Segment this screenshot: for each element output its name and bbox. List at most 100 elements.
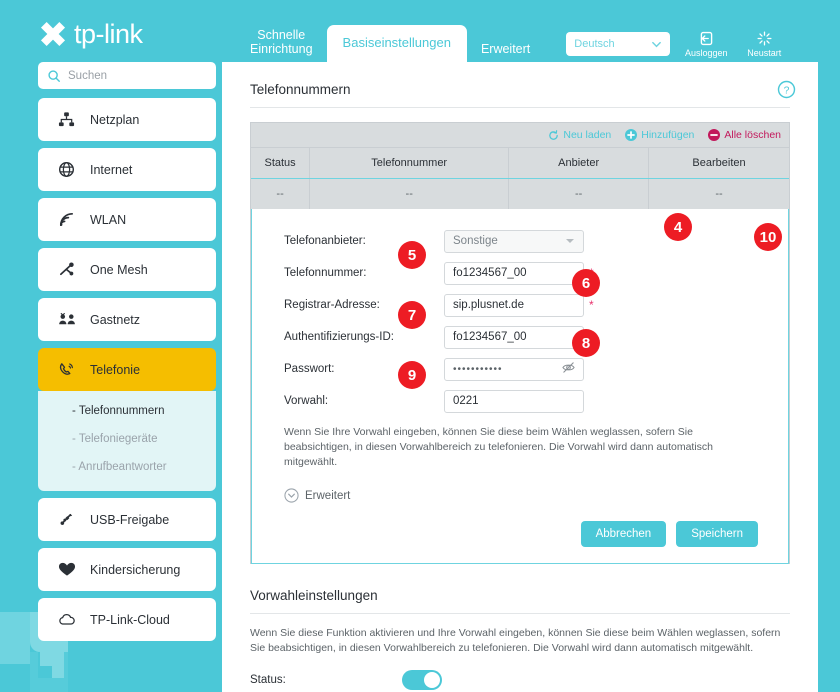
step-marker-8: 8 [572, 329, 600, 357]
vorwahl-input[interactable]: 0221 [444, 389, 584, 413]
field-row-status: Status: [250, 670, 790, 690]
tab-basiseinstellungen[interactable]: Basiseinstellungen [326, 25, 467, 62]
sidebar-label-kindersicherung: Kindersicherung [90, 562, 181, 577]
minus-icon [708, 129, 721, 141]
step-marker-10: 10 [754, 223, 782, 251]
vorwahl-hint: Wenn Sie Ihre Vorwahl eingeben, können S… [284, 426, 714, 468]
decor-square-4 [38, 652, 64, 678]
cancel-button[interactable]: Abbrechen [580, 521, 667, 547]
label-telefonnummer: Telefonnummer: [284, 267, 367, 279]
reload-button[interactable]: Neu laden [548, 129, 611, 141]
delete-all-label: Alle löschen [724, 129, 781, 141]
add-label: Hinzufügen [641, 129, 695, 141]
step-marker-7: 7 [398, 301, 426, 329]
field-row-telefonnummer: Telefonnummer: fo1234567_00 * 5 [252, 241, 788, 287]
label-status: Status: [250, 674, 286, 686]
table-toolbar: Neu laden Hinzufügen Alle löschen [251, 123, 789, 147]
registrar-adresse-input[interactable]: sip.plusnet.de [444, 293, 584, 317]
reboot-button[interactable]: Neustart [742, 30, 786, 58]
step-marker-5: 5 [398, 241, 426, 269]
cell-telefonnummer: -- [310, 179, 510, 209]
sidebar-item-telefonie[interactable]: Telefonie [38, 348, 216, 391]
delete-all-button[interactable]: Alle löschen [708, 129, 781, 141]
prefix-description: Wenn Sie diese Funktion aktivieren und I… [250, 627, 781, 654]
search-icon [48, 69, 60, 82]
field-row-telefonanbieter: Telefonanbieter: Sonstige 4 [252, 213, 788, 255]
phone-numbers-table: Neu laden Hinzufügen Alle löschen Status… [250, 122, 790, 564]
sidebar-label-one-mesh: One Mesh [90, 262, 148, 277]
sidebar-item-gastnetz[interactable]: Gastnetz [38, 298, 216, 341]
decor-square-3 [30, 652, 68, 692]
column-status: Status [251, 148, 311, 178]
sidebar-label-usb-freigabe: USB-Freigabe [90, 512, 170, 527]
field-row-registrar-adresse: Registrar-Adresse: sip.plusnet.de * 6 [252, 269, 788, 319]
decor-square-6 [52, 652, 64, 678]
language-value: Deutsch [574, 38, 615, 50]
chevron-down-circle-icon [284, 488, 299, 503]
sidebar-item-wlan[interactable]: WLAN [38, 198, 216, 241]
mesh-icon [58, 261, 84, 278]
table-row[interactable]: -- -- -- -- [251, 178, 789, 209]
vorwahl-value: 0221 [453, 395, 479, 407]
tp-link-logo: tp-link [36, 14, 143, 54]
logout-button[interactable]: Ausloggen [684, 30, 728, 58]
plus-icon [625, 129, 638, 141]
sidebar-subitem-anrufbeantworter[interactable]: - Anrufbeantworter [38, 453, 216, 481]
usb-icon [58, 511, 84, 528]
status-toggle[interactable] [402, 670, 442, 690]
save-button[interactable]: Speichern [676, 521, 758, 547]
sidebar-subitem-telefonnummern[interactable]: - Telefonnummern [38, 397, 216, 425]
sidebar-item-netzplan[interactable]: Netzplan [38, 98, 216, 141]
phone-number-form: Telefonanbieter: Sonstige 4 Telefonnumme… [251, 209, 789, 564]
logout-icon [700, 31, 713, 46]
telefonanbieter-select[interactable]: Sonstige [444, 229, 584, 253]
tab-erweitert[interactable]: Erweitert [467, 36, 544, 62]
field-row-vorwahl: Vorwahl: 0221 9 [252, 361, 788, 415]
registrar-adresse-value: sip.plusnet.de [453, 299, 524, 311]
network-map-icon [58, 111, 84, 128]
language-select[interactable]: Deutsch [566, 32, 671, 56]
sidebar-label-internet: Internet [90, 162, 133, 177]
help-icon[interactable]: ? [777, 80, 796, 104]
sidebar-item-kindersicherung[interactable]: Kindersicherung [38, 548, 216, 591]
svg-text:?: ? [784, 85, 790, 96]
sidebar-submenu-telefonie: - Telefonnummern - Telefoniegeräte - Anr… [38, 391, 216, 491]
title-divider [250, 107, 790, 108]
erweitert-expander[interactable]: Erweitert [252, 470, 788, 503]
globe-icon [58, 161, 84, 178]
authentifizierungs-id-input[interactable]: fo1234567_00 [444, 325, 584, 349]
label-authentifizierungs-id: Authentifizierungs-ID: [284, 331, 394, 343]
reboot-icon [757, 31, 772, 46]
cloud-icon [58, 612, 84, 627]
sidebar-label-gastnetz: Gastnetz [90, 312, 141, 327]
search-input[interactable]: Suchen [38, 62, 216, 89]
page-title: Telefonnummern [250, 82, 351, 97]
tp-link-logo-icon [36, 17, 70, 51]
guests-icon [58, 311, 84, 328]
passwort-input[interactable]: ••••••••••• [444, 357, 584, 381]
sidebar-item-internet[interactable]: Internet [38, 148, 216, 191]
authentifizierungs-id-value: fo1234567_00 [453, 331, 527, 343]
sidebar-label-tp-link-cloud: TP-Link-Cloud [90, 612, 170, 627]
sidebar-subitem-telefoniegeraete[interactable]: - Telefoniegeräte [38, 425, 216, 453]
erweitert-label: Erweitert [305, 489, 351, 502]
sidebar-item-one-mesh[interactable]: One Mesh [38, 248, 216, 291]
telefonnummern-card: Telefonnummern ? Neu laden Hinzufügen Al… [222, 62, 818, 564]
column-anbieter: Anbieter [509, 148, 650, 178]
step-marker-4: 4 [664, 213, 692, 241]
sidebar-item-usb-freigabe[interactable]: USB-Freigabe [38, 498, 216, 541]
router-admin-page: tp-link Schnelle Einrichtung Basiseinste… [0, 0, 840, 692]
eye-off-icon[interactable] [562, 361, 575, 377]
prefix-title-divider [250, 613, 790, 614]
required-marker: * [589, 298, 594, 312]
field-row-passwort: Passwort: ••••••••••• 8 [252, 329, 788, 383]
step-marker-9: 9 [398, 361, 426, 389]
tab-schnelle-einrichtung[interactable]: Schnelle Einrichtung [236, 22, 327, 62]
top-navigation: Schnelle Einrichtung Basiseinstellungen … [236, 14, 786, 62]
wifi-icon [58, 211, 84, 228]
column-bearbeiten: Bearbeiten [692, 157, 746, 169]
telefonnummer-input[interactable]: fo1234567_00 [444, 261, 584, 285]
sidebar-item-tp-link-cloud[interactable]: TP-Link-Cloud [38, 598, 216, 641]
add-button[interactable]: Hinzufügen [625, 129, 694, 141]
sidebar: Suchen Netzplan Internet WLAN One Mesh G… [38, 62, 216, 648]
